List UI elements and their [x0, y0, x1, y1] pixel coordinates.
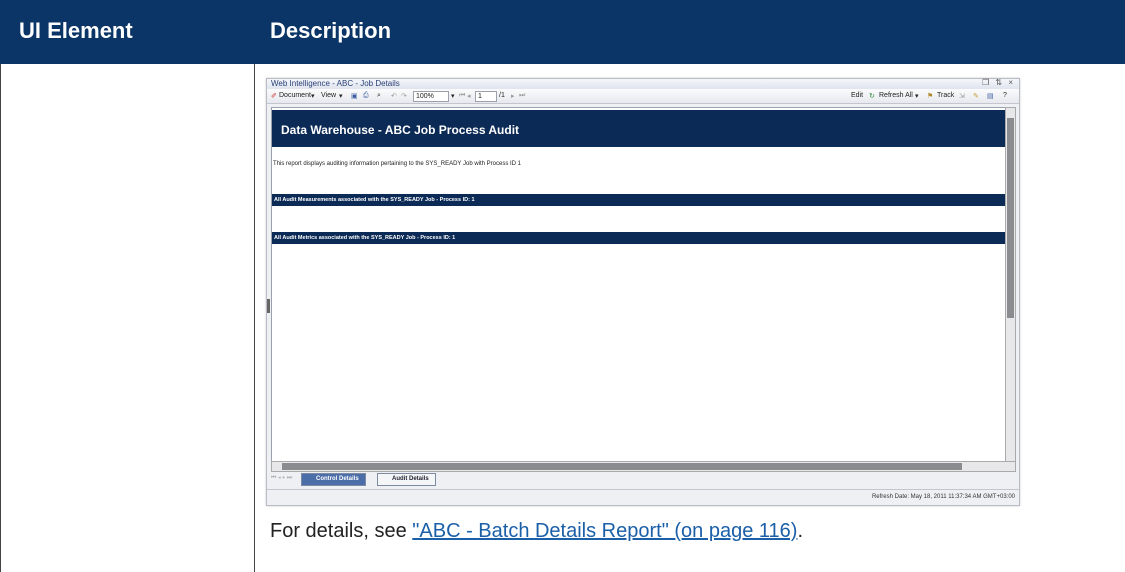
batch-details-link[interactable]: "ABC - Batch Details Report" (on page 11…: [412, 520, 797, 542]
outline-icon[interactable]: ▤: [987, 92, 994, 100]
window-title: Web Intelligence - ABC - Job Details: [271, 79, 400, 88]
zoom-field[interactable]: 100%: [413, 91, 449, 102]
drill-icon[interactable]: ⇲: [959, 92, 965, 100]
page-total: /1: [499, 92, 505, 99]
track-button[interactable]: Track: [937, 92, 954, 99]
caption-suffix: .: [797, 520, 803, 542]
table-header: UI Element Description: [0, 0, 1125, 64]
scroll-thumb[interactable]: [1007, 118, 1014, 318]
vertical-scrollbar[interactable]: [1005, 107, 1016, 464]
header-ui-element: UI Element: [19, 18, 133, 43]
last-page-icon[interactable]: ⏭: [519, 92, 525, 100]
document-icon: ✐: [271, 93, 277, 100]
caption: For details, see "ABC - Batch Details Re…: [270, 520, 803, 543]
panel-handle[interactable]: [267, 299, 270, 313]
header-description: Description: [270, 18, 392, 43]
tab-navigation-icon[interactable]: ⏮ ◂ ▸ ⏭: [271, 475, 292, 482]
chevron-down-icon[interactable]: ▾: [451, 92, 455, 100]
save-icon[interactable]: ▣: [351, 92, 358, 100]
horizontal-scrollbar[interactable]: [271, 461, 1016, 472]
caption-prefix: For details, see: [270, 520, 413, 542]
document-menu[interactable]: Document: [279, 92, 311, 99]
window-controls[interactable]: ❐ ⇅ ×: [982, 78, 1015, 87]
section-metrics-title: All Audit Metrics associated with the SY…: [274, 235, 456, 241]
print-icon[interactable]: ⎙: [363, 92, 369, 100]
chevron-down-icon[interactable]: ▾: [915, 92, 919, 100]
column-divider: [254, 64, 255, 572]
report-title: Data Warehouse - ABC Job Process Audit: [281, 123, 520, 137]
chevron-down-icon[interactable]: ▾: [339, 92, 343, 100]
first-page-icon[interactable]: ⏮: [459, 92, 465, 100]
page-field[interactable]: 1: [475, 91, 497, 102]
redo-icon[interactable]: ↷: [401, 92, 407, 100]
reference-table: UI Element Description Web Intelligence …: [0, 0, 1125, 572]
edit-button[interactable]: Edit: [851, 92, 863, 99]
report-page: Data Warehouse - ABC Job Process Audit T…: [271, 107, 1006, 462]
help-icon[interactable]: ?: [1003, 92, 1007, 99]
report-banner: Data Warehouse - ABC Job Process Audit: [272, 110, 1005, 147]
tab-audit-details[interactable]: Audit Details: [377, 473, 436, 486]
web-intelligence-window: Web Intelligence - ABC - Job Details ❐ ⇅…: [266, 78, 1020, 506]
scroll-thumb[interactable]: [282, 463, 962, 470]
section-metrics: All Audit Metrics associated with the SY…: [272, 232, 1005, 244]
refresh-icon[interactable]: ↻: [869, 92, 875, 100]
chevron-down-icon[interactable]: ▾: [311, 92, 315, 100]
next-page-icon[interactable]: ▸: [511, 92, 515, 100]
tab-control-details[interactable]: Control Details: [301, 473, 366, 486]
section-measurements-title: All Audit Measurements associated with t…: [274, 197, 475, 203]
view-menu[interactable]: View: [321, 92, 336, 99]
section-measurements: All Audit Measurements associated with t…: [272, 194, 1005, 206]
refresh-all-button[interactable]: Refresh All: [879, 92, 913, 99]
window-titlebar: Web Intelligence - ABC - Job Details ❐ ⇅…: [267, 78, 1019, 89]
filter-icon[interactable]: ✎: [973, 92, 979, 100]
undo-icon[interactable]: ↶: [391, 92, 397, 100]
report-description: This report displays auditing informatio…: [273, 161, 522, 167]
find-icon[interactable]: ⌕: [377, 92, 381, 100]
prev-page-icon[interactable]: ◂: [467, 92, 471, 100]
left-border: [0, 64, 1, 572]
refresh-date: Refresh Date: May 18, 2011 11:37:34 AM G…: [871, 494, 1015, 500]
track-icon[interactable]: ⚑: [927, 92, 933, 100]
report-tabs: ⏮ ◂ ▸ ⏭ Control Details Audit Details: [267, 472, 1019, 486]
status-bar: Refresh Date: May 18, 2011 11:37:34 AM G…: [267, 489, 1019, 505]
toolbar: ✐ Document ▾ View ▾ ▣ ⎙ ⌕ ↶ ↷ 100% ▾ ⏮ ◂…: [267, 89, 1019, 104]
